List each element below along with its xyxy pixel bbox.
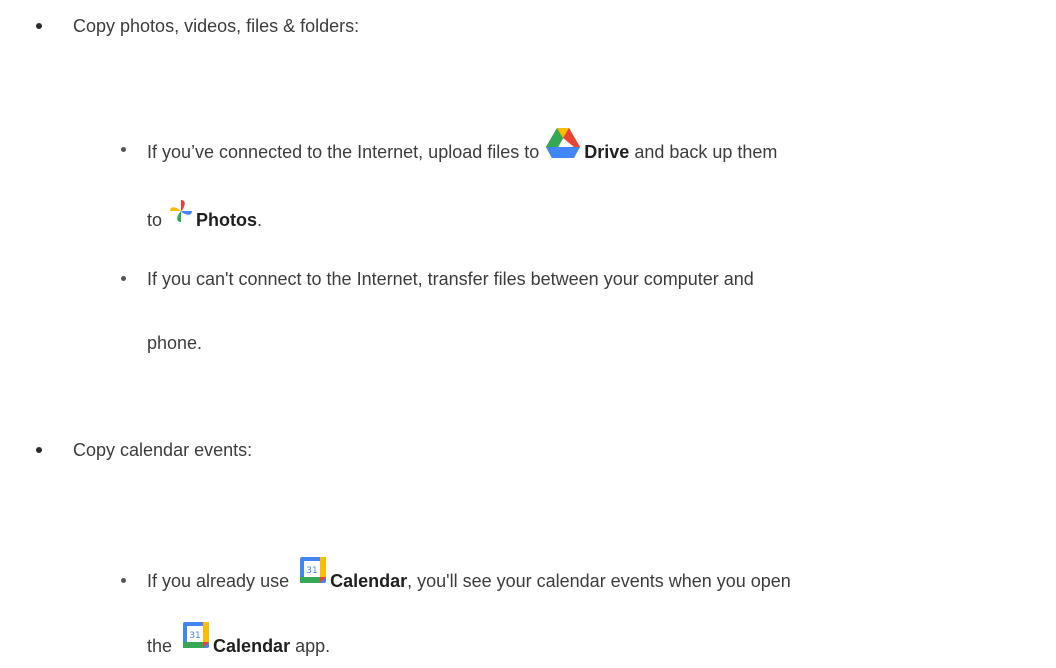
sub-item-text: , you'll see your calendar events when y…: [407, 571, 791, 591]
calendar-icon: 31: [300, 557, 327, 584]
sub-item-text: If you already use: [147, 571, 290, 591]
sub-item-text: app.: [295, 636, 331, 656]
sub-item-text: the: [147, 636, 173, 656]
drive-label: Drive: [584, 141, 630, 162]
sub-item-offline-line2: phone.: [147, 331, 202, 355]
list-item-photos-files: Copy photos, videos, files & folders:: [73, 14, 359, 38]
sub-item-text: If you can't connect to the Internet, tr…: [147, 269, 754, 289]
photos-label: Photos: [196, 210, 258, 230]
bullet-2: [36, 447, 42, 453]
sub-item-upload-drive-line1: If you’ve connected to the Internet, upl…: [147, 128, 778, 168]
sub-item-calendar-line1: If you already use 31 Calendar, you'll s…: [147, 557, 791, 595]
calendar-label: Calendar: [330, 571, 408, 591]
sub-item-calendar-line2: the 31 Calendar app.: [147, 622, 331, 660]
sub-bullet-1-1: [121, 147, 126, 152]
drive-icon: [546, 128, 581, 158]
sub-item-text: phone.: [147, 333, 203, 353]
sub-item-text: .: [257, 210, 263, 230]
sub-bullet-2-1: [121, 578, 126, 583]
svg-text:31: 31: [189, 631, 200, 641]
sub-item-text: and back up them: [634, 141, 778, 162]
calendar-label: Calendar: [213, 636, 291, 656]
list-item-label: Copy calendar events:: [73, 440, 253, 460]
bullet-1: [36, 23, 42, 29]
svg-text:31: 31: [306, 566, 317, 576]
calendar-icon: 31: [183, 622, 210, 649]
photos-icon: [168, 198, 194, 224]
sub-item-offline-line1: If you can't connect to the Internet, tr…: [147, 267, 754, 291]
sub-bullet-1-2: [121, 276, 126, 281]
list-item-calendar: Copy calendar events:: [73, 438, 252, 462]
sub-item-text: If you’ve connected to the Internet, upl…: [147, 141, 540, 162]
sub-item-text: to: [147, 210, 163, 230]
list-item-label: Copy photos, videos, files & folders:: [73, 16, 360, 36]
sub-item-upload-drive-line2: to Photos.: [147, 200, 263, 234]
